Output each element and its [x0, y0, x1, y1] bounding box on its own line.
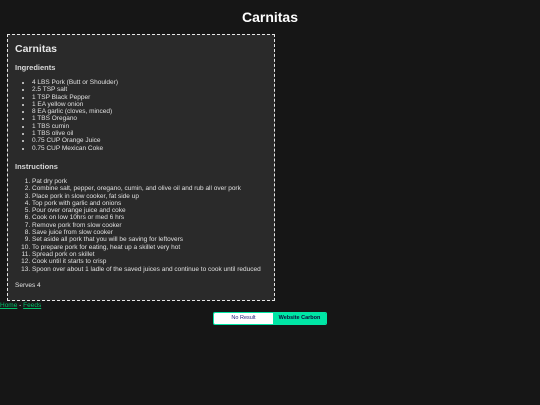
ingredient-item: 8 EA garlic (cloves, minced)	[32, 108, 267, 115]
serves-text: Serves 4	[15, 281, 41, 289]
carbon-result-label: No Result	[214, 313, 273, 324]
instruction-step: Top pork with garlic and onions	[32, 200, 267, 207]
instruction-step: Remove pork from slow cooker	[32, 222, 267, 229]
ingredient-item: 2.5 TSP salt	[32, 86, 267, 93]
page-title: Carnitas	[241, 9, 299, 25]
ingredient-item: 0.75 CUP Orange Juice	[32, 137, 267, 144]
ingredients-heading: Ingredients	[15, 63, 56, 72]
instruction-step: To prepare pork for eating, heat up a sk…	[32, 244, 267, 251]
ingredient-item: 1 TBS Oregano	[32, 115, 267, 122]
ingredients-list: 4 LBS Pork (Butt or Shoulder) 2.5 TSP sa…	[15, 79, 267, 152]
ingredient-item: 1 TSP Black Pepper	[32, 94, 267, 101]
instruction-step: Place pork in slow cooker, fat side up	[32, 193, 267, 200]
instructions-heading: Instructions	[15, 161, 58, 171]
website-carbon-link[interactable]: Website Carbon	[273, 313, 326, 324]
ingredient-item: 1 TBS cumin	[32, 123, 267, 130]
instruction-step: Set aside all pork that you will be savi…	[32, 236, 267, 243]
instructions-list: Pat dry pork Combine salt, pepper, orega…	[15, 178, 267, 273]
ingredient-item: 4 LBS Pork (Butt or Shoulder)	[32, 79, 267, 86]
ingredient-item: 1 TBS olive oil	[32, 130, 267, 137]
instruction-step: Spoon over about 1 ladle of the saved ju…	[32, 266, 267, 273]
website-carbon-badge[interactable]: No Result Website Carbon	[213, 312, 327, 325]
instruction-step: Save juice from slow cooker	[32, 229, 267, 236]
instruction-step: Combine salt, pepper, oregano, cumin, an…	[32, 185, 267, 192]
instruction-step: Pat dry pork	[32, 178, 267, 185]
feeds-link[interactable]: Feeds	[23, 302, 41, 309]
instruction-step: Pour over orange juice and coke	[32, 207, 267, 214]
home-link[interactable]: Home	[0, 302, 17, 309]
ingredient-item: 0.75 CUP Mexican Coke	[32, 145, 267, 152]
instruction-step: Cook until it starts to crisp	[32, 258, 267, 265]
instruction-step: Spread pork on skillet	[32, 251, 267, 258]
footer-nav: Home - Feeds	[0, 302, 41, 310]
ingredient-item: 1 EA yellow onion	[32, 101, 267, 108]
instruction-step: Cook on low 10hrs or med 6 hrs	[32, 214, 267, 221]
recipe-title: Carnitas	[15, 43, 58, 55]
recipe-card: Carnitas Ingredients 4 LBS Pork (Butt or…	[7, 34, 275, 301]
